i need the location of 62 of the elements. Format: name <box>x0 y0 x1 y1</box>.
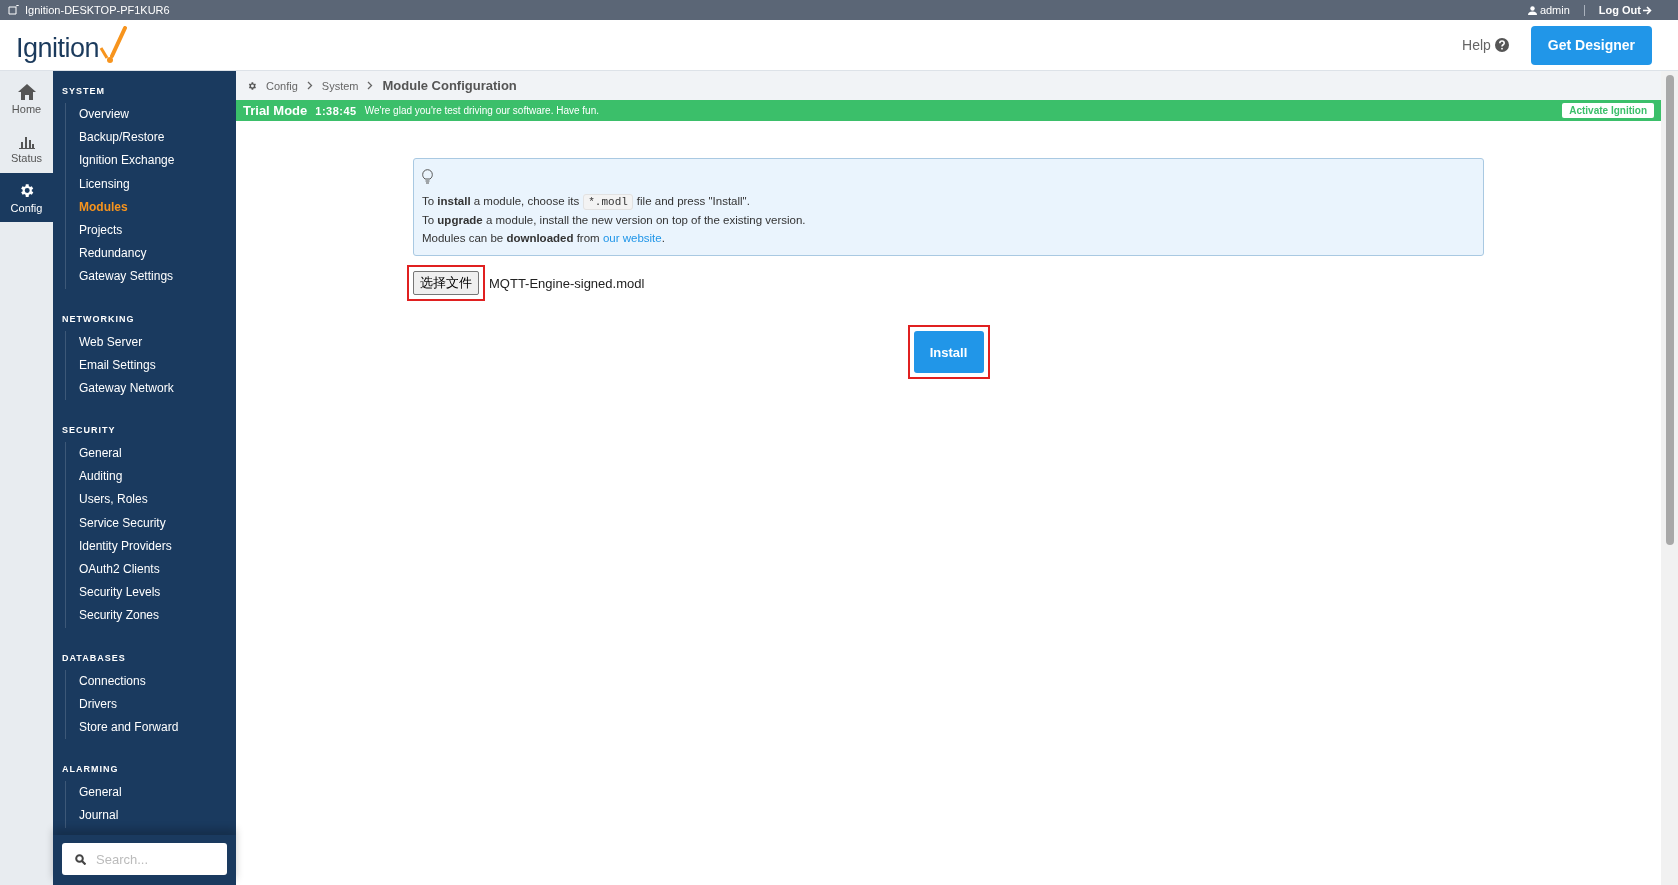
section-heading: SYSTEM <box>62 85 106 98</box>
code-snippet: *.modl <box>583 194 633 210</box>
scrollbar[interactable] <box>1661 71 1678 885</box>
breadcrumb-link[interactable]: System <box>321 79 359 92</box>
choose-file-button[interactable]: 选择文件 <box>413 271 479 295</box>
info-text: To upgrade a module, install the new version on top of the existing version. <box>422 213 807 228</box>
sidebar-item[interactable]: Service Security <box>79 511 236 535</box>
sidebar-item[interactable]: Store and Forward <box>79 715 236 740</box>
sidebar-item[interactable]: Gateway Settings <box>79 265 236 289</box>
sidebar-item[interactable]: Users, Roles <box>79 488 236 512</box>
sidebar-item[interactable]: Security Levels <box>79 581 236 605</box>
logo-mark-icon <box>99 26 128 64</box>
section-heading: SECURITY <box>62 424 117 438</box>
sidebar-item[interactable]: General <box>79 442 236 466</box>
section-heading: DATABASES <box>62 651 127 665</box>
sidebar-item[interactable]: Auditing <box>79 465 236 489</box>
sidebar-item[interactable]: Security Zones <box>79 604 236 628</box>
trial-message: We're glad you're test driving our software. Have fun. <box>364 105 601 116</box>
info-text: To install a module, choose its *.modl file and press "Install". <box>422 193 751 211</box>
sidebar-item[interactable]: Projects <box>79 218 236 243</box>
section-heading: ALARMING <box>62 763 120 777</box>
rail-item[interactable]: Config <box>0 173 53 222</box>
file-name: MQTT-Engine-signed.modl <box>489 275 645 291</box>
sidebar-item[interactable]: General <box>79 781 236 805</box>
logout-link[interactable]: Log Out <box>1598 4 1652 16</box>
logo-text: Ignition <box>16 33 100 64</box>
sidebar-item[interactable]: Gateway Network <box>79 376 236 401</box>
lightbulb-icon <box>422 169 433 184</box>
user-icon <box>1527 5 1537 15</box>
sidebar-item[interactable]: Email Settings <box>79 353 236 377</box>
user-link[interactable]: admin <box>1527 4 1570 16</box>
help-icon <box>1494 38 1509 52</box>
sidebar-item[interactable]: Redundancy <box>79 242 236 266</box>
sidebar-item[interactable]: Ignition Exchange <box>79 149 236 173</box>
trial-timer: 1:38:45 <box>315 104 357 117</box>
rail-item[interactable]: Status <box>0 124 53 173</box>
chevron-right-icon <box>306 81 313 90</box>
sidebar-item[interactable]: Journal <box>79 804 236 828</box>
info-text: Modules can be downloaded from our website. <box>422 231 666 246</box>
sidebar-item[interactable]: Connections <box>79 669 236 693</box>
sidebar-item[interactable]: Drivers <box>79 692 236 716</box>
help-link[interactable]: Help <box>1462 37 1509 53</box>
sidebar-item[interactable]: Modules <box>79 195 236 219</box>
section-heading: NETWORKING <box>62 312 136 326</box>
arrow-right-icon <box>1643 5 1652 15</box>
sidebar-item[interactable]: Identity Providers <box>79 534 236 558</box>
sidebar-item[interactable]: Web Server <box>79 330 236 354</box>
sidebar-item[interactable]: Overview <box>79 103 236 127</box>
rail-item[interactable]: Home <box>0 75 53 124</box>
sidebar-item[interactable]: Backup/Restore <box>79 126 236 150</box>
settings-icon <box>247 80 257 91</box>
sidebar-item[interactable]: OAuth2 Clients <box>79 558 236 582</box>
settings-icon <box>18 181 35 199</box>
window-icon <box>8 5 20 15</box>
window-title: Ignition-DESKTOP-PF1KUR6 <box>25 4 171 16</box>
chevron-right-icon <box>367 81 374 90</box>
breadcrumb-link[interactable]: Config <box>266 79 298 92</box>
sidebar-item[interactable]: Licensing <box>79 172 236 196</box>
trial-title: Trial Mode <box>243 103 308 118</box>
page-title: Module Configuration <box>382 78 517 93</box>
search-field[interactable]: Search... <box>62 843 227 875</box>
home-icon <box>17 84 36 100</box>
